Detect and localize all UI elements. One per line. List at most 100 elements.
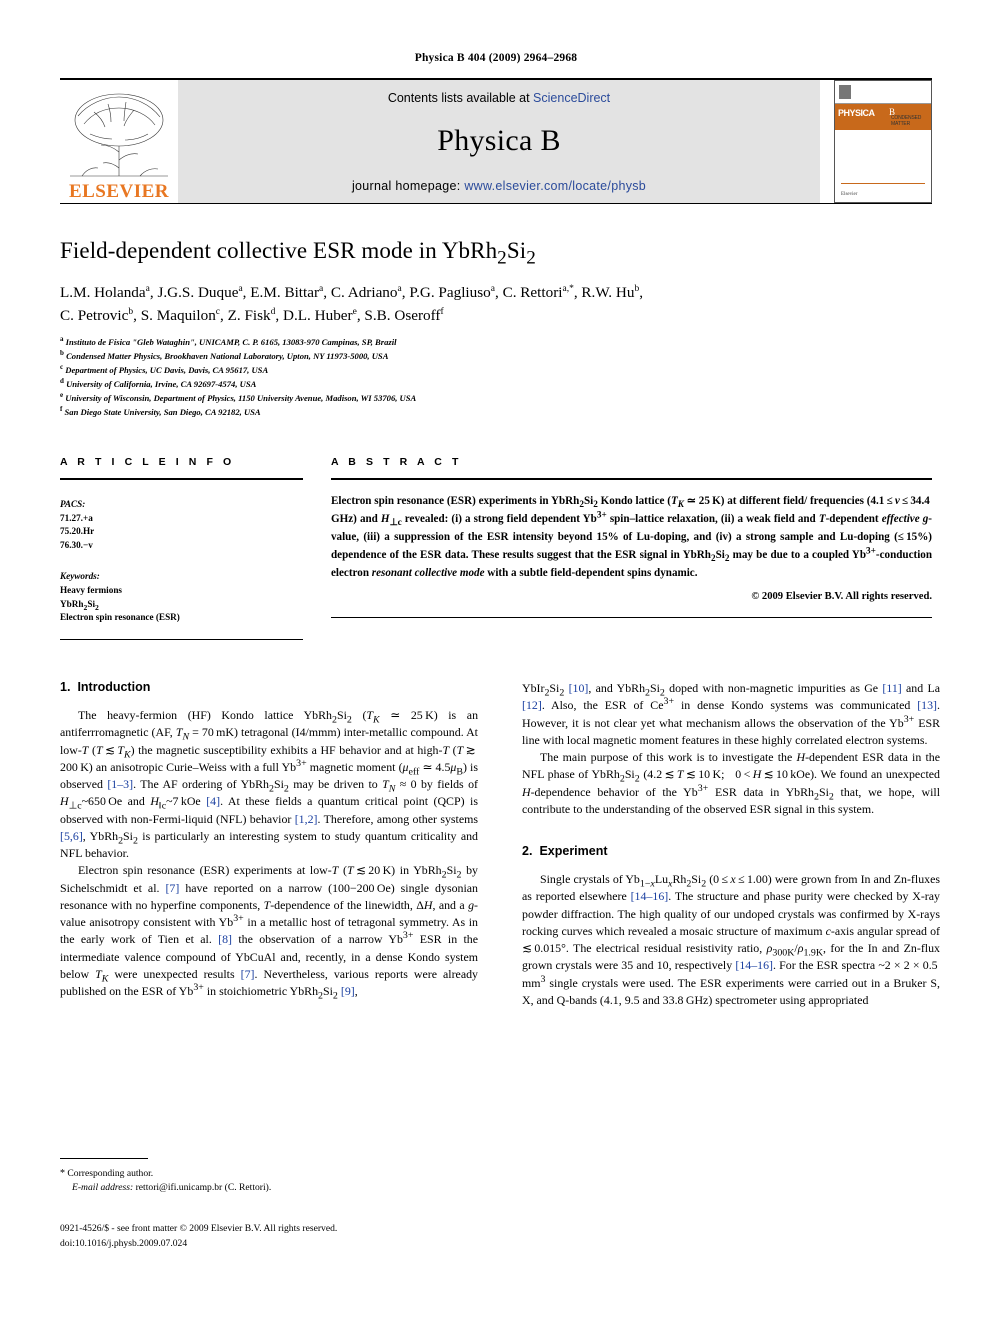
affiliation-mark: e	[60, 391, 64, 400]
citation-link[interactable]: [1,2]	[295, 812, 318, 826]
citation-link[interactable]: [14–16]	[631, 889, 669, 903]
citation-link[interactable]: [4]	[206, 794, 220, 808]
keyword-item-formula: YbRh2Si2	[60, 598, 99, 612]
abstract-heading: A B S T R A C T	[331, 455, 462, 468]
citation-link[interactable]: [12]	[522, 698, 542, 712]
affiliation-mark: f	[60, 404, 63, 413]
contents-available-line: Contents lists available at ScienceDirec…	[388, 91, 610, 105]
title-segment-1: Field-dependent collective ESR mode in Y…	[60, 238, 498, 263]
paragraph-intro-2: Electron spin resonance (ESR) experiment…	[60, 863, 479, 1002]
info-abstract-row: A R T I C L E I N F O PACS: 71.27.+a 75.…	[60, 455, 932, 641]
abstract-bottom-rule	[331, 617, 932, 619]
title-block: Field-dependent collective ESR mode in Y…	[60, 238, 932, 420]
cover-logo-icon	[839, 85, 851, 99]
masthead-panel: Contents lists available at ScienceDirec…	[178, 80, 820, 203]
homepage-link[interactable]: www.elsevier.com/locate/physb	[464, 179, 646, 193]
email-address[interactable]: rettori@ifi.unicamp.br (C. Rettori).	[136, 1182, 272, 1193]
email-line: E-mail address: rettori@ifi.unicamp.br (…	[60, 1181, 478, 1195]
cover-journal-title: PHYSICA	[838, 108, 875, 118]
affiliation-item: e University of Wisconsin, Department of…	[60, 392, 932, 406]
citation-link[interactable]: [9]	[341, 984, 355, 998]
homepage-prefix: journal homepage:	[351, 179, 465, 193]
section-number: 2.	[522, 844, 533, 859]
affiliation-text: Department of Physics, UC Davis, Davis, …	[65, 365, 269, 376]
citation-link[interactable]: [8]	[218, 932, 232, 946]
paragraph-experiment-1: Single crystals of Yb1−xLuxRh2Si2 (0 ≤ x…	[522, 872, 940, 1007]
affiliation-text: University of Wisconsin, Department of P…	[65, 392, 417, 403]
affiliation-text: San Diego State University, San Diego, C…	[64, 406, 261, 417]
affiliation-item: b Condensed Matter Physics, Brookhaven N…	[60, 350, 932, 364]
imprint-doi[interactable]: doi:10.1016/j.physb.2009.07.024	[60, 1237, 490, 1252]
affiliation-mark: b	[60, 349, 64, 358]
journal-cover-thumbnail: PHYSICA B CONDENSED MATTER Elsevier	[834, 80, 932, 203]
citation-link[interactable]: [5,6]	[60, 829, 83, 843]
email-label: E-mail address:	[72, 1182, 134, 1194]
citation-link[interactable]: [10]	[569, 681, 589, 695]
article-info-heading: A R T I C L E I N F O	[60, 455, 235, 468]
citation-link[interactable]: [11]	[882, 681, 901, 695]
journal-masthead: ELSEVIER Contents lists available at Sci…	[60, 78, 932, 203]
paragraph-intro-3: YbIr2Si2 [10], and YbRh2Si2 doped with n…	[522, 681, 941, 747]
article-page: Physica B 404 (2009) 2964–2968 ELSEVIER …	[0, 0, 992, 1323]
author-list: L.M. Holandaa, J.G.S. Duquea, E.M. Bitta…	[60, 281, 932, 327]
article-info-column: A R T I C L E I N F O PACS: 71.27.+a 75.…	[60, 455, 303, 641]
affiliation-item: f San Diego State University, San Diego,…	[60, 404, 932, 420]
citation-link[interactable]: [7]	[165, 881, 179, 895]
pacs-label: PACS:	[60, 498, 86, 509]
imprint-front-matter: 0921-4526/$ - see front matter © 2009 El…	[60, 1223, 338, 1234]
asterisk-icon: *	[60, 1168, 65, 1179]
journal-name: Physica B	[437, 124, 561, 157]
author-line-2: C. Petrovicb, S. Maquilonc, Z. Fiskd, D.…	[60, 307, 444, 325]
keywords-label: Keywords:	[60, 570, 100, 581]
affiliation-item: c Department of Physics, UC Davis, Davis…	[60, 364, 932, 378]
paragraph-intro-4: The main purpose of this work is to inve…	[522, 750, 940, 816]
elsevier-logo: ELSEVIER	[60, 80, 178, 203]
footnote-block: * Corresponding author. E-mail address: …	[60, 1158, 478, 1196]
corresponding-author-text: Corresponding author.	[67, 1168, 154, 1179]
citation-link[interactable]: [1–3]	[107, 777, 133, 791]
cover-subtitle: CONDENSED MATTER	[891, 115, 922, 127]
keyword-item: Heavy fermions	[60, 584, 123, 595]
section-number: 1.	[60, 680, 71, 695]
citation-link[interactable]: [7]	[241, 967, 255, 981]
section-heading-experiment: 2. Experiment	[522, 844, 940, 858]
affiliation-list: a Instituto de Física "Gleb Wataghin", U…	[60, 336, 932, 420]
sciencedirect-link[interactable]: ScienceDirect	[533, 91, 610, 105]
journal-homepage-line: journal homepage: www.elsevier.com/locat…	[352, 179, 646, 193]
affiliation-text: University of California, Irvine, CA 926…	[66, 378, 257, 389]
elsevier-wordmark: ELSEVIER	[68, 181, 170, 202]
title-sub-2: 2	[526, 247, 536, 269]
affiliation-item: d University of California, Irvine, CA 9…	[60, 378, 932, 392]
footnote-rule	[60, 1158, 148, 1159]
paragraph-intro-1: The heavy-fermion (HF) Kondo lattice YbR…	[60, 708, 479, 861]
running-head: Physica B 404 (2009) 2964–2968	[414, 52, 578, 64]
abstract-copyright: © 2009 Elsevier B.V. All rights reserved…	[751, 591, 932, 603]
pacs-code: 71.27.+a	[60, 512, 93, 523]
body-column-left: 1. Introduction The heavy-fermion (HF) Ko…	[60, 680, 478, 1009]
keyword-item: Electron spin resonance (ESR)	[60, 612, 180, 623]
abstract-text: Electron spin resonance (ESR) experiment…	[331, 494, 932, 580]
citation-link[interactable]: [14–16]	[735, 958, 773, 972]
masthead-bottom-rule	[60, 203, 932, 204]
title-sub-1: 2	[497, 247, 507, 269]
corresponding-author-note: * Corresponding author. E-mail address: …	[60, 1166, 478, 1196]
imprint-block: 0921-4526/$ - see front matter © 2009 El…	[60, 1222, 490, 1252]
keywords-block: Keywords: Heavy fermions YbRh2Si2 Electr…	[60, 570, 303, 625]
corresponding-author-line: * Corresponding author.	[60, 1166, 478, 1181]
body-columns: 1. Introduction The heavy-fermion (HF) Ko…	[60, 680, 940, 1009]
article-info-bottom-rule	[60, 639, 303, 641]
pacs-block: PACS: 71.27.+a 75.20.Hr 76.30.−v	[60, 498, 303, 553]
contents-prefix: Contents lists available at	[387, 91, 534, 105]
affiliation-mark: d	[60, 377, 64, 386]
affiliation-mark: c	[60, 363, 64, 372]
cover-header-strip	[835, 81, 931, 104]
section-title: Introduction	[77, 680, 151, 695]
affiliation-item: a Instituto de Física "Gleb Wataghin", U…	[60, 336, 932, 350]
article-info-rule	[60, 477, 303, 480]
affiliation-text: Instituto de Física "Gleb Wataghin", UNI…	[65, 337, 397, 348]
citation-link[interactable]: [13]	[917, 698, 937, 712]
section-title: Experiment	[539, 844, 608, 859]
elsevier-tree-icon	[70, 93, 168, 177]
pacs-code: 76.30.−v	[60, 540, 93, 551]
abstract-column: A B S T R A C T Electron spin resonance …	[331, 456, 932, 640]
